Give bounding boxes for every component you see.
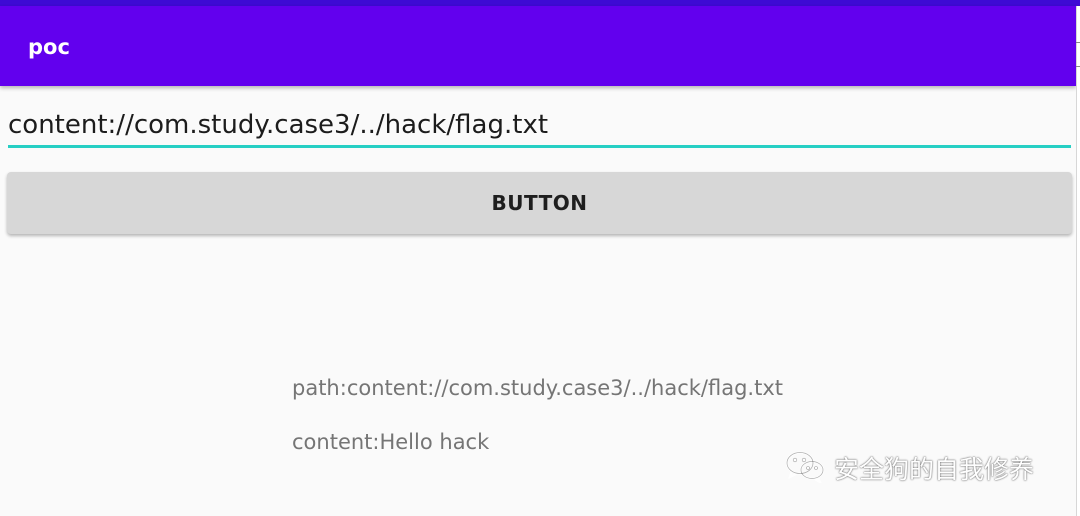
wechat-icon	[784, 449, 826, 487]
app-bar: poc	[0, 6, 1076, 86]
content-text: content:Hello hack	[292, 430, 490, 454]
scroll-edge	[1076, 6, 1080, 516]
submit-button[interactable]: BUTTON	[7, 172, 1072, 234]
uri-input[interactable]	[8, 104, 1071, 148]
edge-tick	[1076, 66, 1080, 67]
watermark-text: 安全狗的自我修养	[834, 455, 1035, 484]
app-title: poc	[28, 35, 70, 59]
watermark: 安全狗的自我修养	[784, 450, 1034, 486]
path-text: path:content://com.study.case3/../hack/f…	[292, 376, 783, 400]
edge-tick	[1076, 42, 1080, 43]
